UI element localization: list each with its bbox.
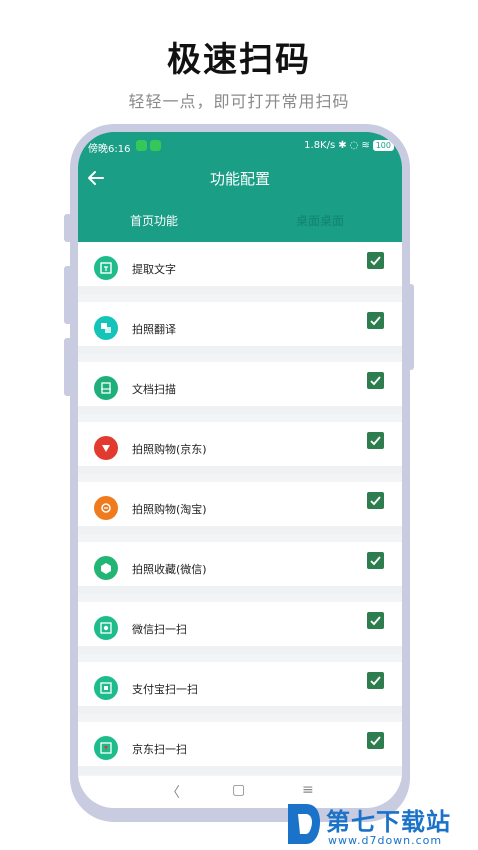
wifi-icon: ≋ (361, 140, 370, 151)
app-header: 傍晚6:16 1.8K/s ✱ ◌ ≋ 100 功能配置 首页功能 桌面桌面 (78, 132, 402, 242)
promo-subtitle: 轻轻一点，即可打开常用扫码 (128, 92, 350, 111)
item-label: 微信扫一扫 (132, 623, 187, 636)
watermark-name: 第七下载站 (326, 808, 451, 836)
tab-desktop[interactable]: 桌面桌面 (296, 212, 344, 229)
phone-side-button (64, 214, 72, 242)
list-item-jd-scan[interactable]: 京东扫一扫 (78, 722, 402, 774)
checkbox[interactable] (367, 552, 384, 569)
list-item-photo-translate[interactable]: 拍照翻译 (78, 302, 402, 354)
network-speed: 1.8K/s (304, 140, 336, 151)
checkbox[interactable] (367, 732, 384, 749)
checkmark-icon (370, 376, 381, 386)
item-label: 京东扫一扫 (132, 743, 187, 756)
list-item-alipay-scan[interactable]: 支付宝扫一扫 (78, 662, 402, 714)
checkbox[interactable] (367, 252, 384, 269)
promo-title: 极速扫码 (167, 40, 311, 80)
wechat-scan-icon (94, 616, 118, 640)
phone-screen: 傍晚6:16 1.8K/s ✱ ◌ ≋ 100 功能配置 首页功能 桌面桌面 提… (78, 132, 402, 808)
list-item-shop-jd[interactable]: 拍照购物(京东) (78, 422, 402, 474)
text-extract-icon (94, 256, 118, 280)
checkmark-icon (370, 676, 381, 686)
checkbox[interactable] (367, 372, 384, 389)
list-item-document-scan[interactable]: 文档扫描 (78, 362, 402, 414)
alarm-icon: ◌ (349, 140, 359, 151)
watermark: 第七下载站 www.d7down.com (286, 800, 478, 850)
list-item-favorite-wechat[interactable]: 拍照收藏(微信) (78, 542, 402, 594)
alipay-scan-icon (94, 676, 118, 700)
page-title: 功能配置 (209, 170, 270, 188)
phone-volume-down-button (64, 338, 72, 396)
list-item-wechat-scan[interactable]: 微信扫一扫 (78, 602, 402, 654)
translate-icon (94, 316, 118, 340)
jd-scan-icon (94, 736, 118, 760)
checkmark-icon (370, 316, 381, 326)
jd-icon (94, 436, 118, 460)
phone-power-button (406, 284, 414, 370)
d7-logo-icon (288, 804, 320, 844)
item-label: 拍照购物(淘宝) (132, 503, 207, 516)
status-bar: 傍晚6:16 1.8K/s ✱ ◌ ≋ 100 (78, 138, 402, 156)
nav-back-button[interactable]: 〈 (166, 782, 180, 802)
wechat-favorite-icon (94, 556, 118, 580)
document-scan-icon (94, 376, 118, 400)
checkmark-icon (370, 616, 381, 626)
tab-home-functions[interactable]: 首页功能 (130, 212, 178, 229)
checkmark-icon (370, 736, 381, 746)
checkmark-icon (370, 436, 381, 446)
notification-app-icon (136, 140, 147, 151)
checkbox[interactable] (367, 672, 384, 689)
list-item-extract-text[interactable]: 提取文字 (78, 242, 402, 294)
phone-volume-up-button (64, 266, 72, 324)
notification-app-icon (150, 140, 161, 151)
checkmark-icon (370, 556, 381, 566)
checkbox[interactable] (367, 612, 384, 629)
checkbox[interactable] (367, 492, 384, 509)
bluetooth-icon: ✱ (338, 140, 347, 151)
item-label: 文档扫描 (132, 383, 176, 396)
checkbox[interactable] (367, 432, 384, 449)
item-label: 拍照收藏(微信) (132, 563, 207, 576)
status-time: 傍晚6:16 (88, 144, 131, 155)
nav-home-button[interactable]: ▢ (232, 782, 245, 798)
checkmark-icon (370, 496, 381, 506)
item-label: 拍照翻译 (132, 323, 176, 336)
taobao-icon (94, 496, 118, 520)
watermark-url: www.d7down.com (328, 834, 443, 847)
list-item-shop-taobao[interactable]: 拍照购物(淘宝) (78, 482, 402, 534)
item-label: 支付宝扫一扫 (132, 683, 198, 696)
checkmark-icon (370, 256, 381, 266)
item-label: 提取文字 (132, 263, 176, 276)
battery-icon: 100 (372, 140, 394, 151)
checkbox[interactable] (367, 312, 384, 329)
nav-menu-button[interactable]: ≡ (302, 782, 314, 798)
item-label: 拍照购物(京东) (132, 443, 207, 456)
status-right: 1.8K/s ✱ ◌ ≋ 100 (304, 140, 394, 151)
